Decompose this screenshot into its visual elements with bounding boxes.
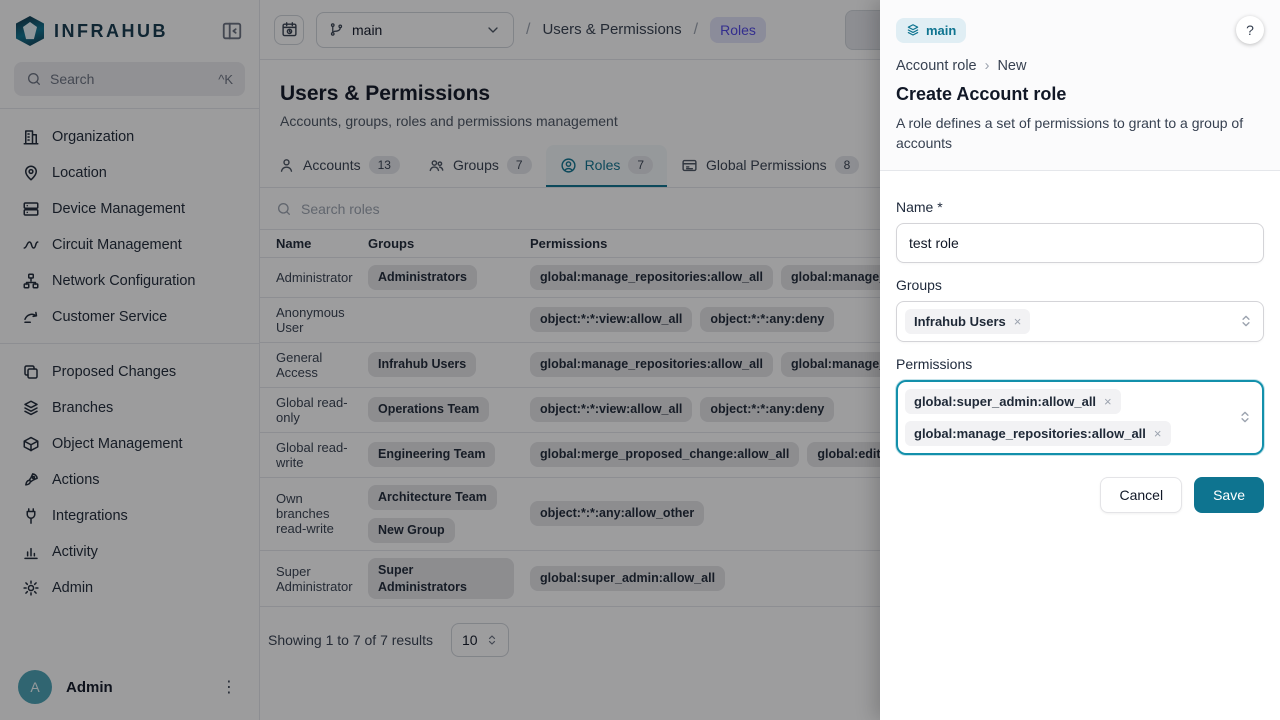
branch-badge-label: main xyxy=(926,23,956,38)
chevrons-up-down-icon xyxy=(1238,410,1252,424)
drawer-breadcrumb-parent[interactable]: Account role xyxy=(896,58,977,74)
help-button[interactable]: ? xyxy=(1236,16,1264,44)
drawer-form: Name * Groups Infrahub Users × Permissio… xyxy=(880,171,1280,527)
drawer-header: main ? Account role › New Create Account… xyxy=(880,0,1280,171)
selected-tag: Infrahub Users × xyxy=(905,309,1030,334)
permissions-label: Permissions xyxy=(896,356,1264,372)
drawer-title: Create Account role xyxy=(896,84,1264,105)
remove-tag-icon[interactable]: × xyxy=(1154,426,1162,441)
chevrons-up-down-icon xyxy=(1239,314,1253,328)
drawer-breadcrumb-current: New xyxy=(997,58,1026,74)
groups-select[interactable]: Infrahub Users × xyxy=(896,301,1264,342)
cancel-button[interactable]: Cancel xyxy=(1100,477,1182,513)
name-field[interactable] xyxy=(896,223,1264,263)
remove-tag-icon[interactable]: × xyxy=(1014,314,1022,329)
create-role-drawer: main ? Account role › New Create Account… xyxy=(880,0,1280,720)
branch-badge: main xyxy=(896,18,966,43)
groups-label: Groups xyxy=(896,277,1264,293)
selected-tag: global:super_admin:allow_all × xyxy=(905,389,1121,414)
chevron-right-icon: › xyxy=(985,58,990,74)
remove-tag-icon[interactable]: × xyxy=(1104,394,1112,409)
selected-tag: global:manage_repositories:allow_all × xyxy=(905,421,1171,446)
drawer-actions: Cancel Save xyxy=(896,477,1264,513)
layers-icon xyxy=(906,23,920,37)
drawer-description: A role defines a set of permissions to g… xyxy=(896,113,1256,154)
save-button[interactable]: Save xyxy=(1194,477,1264,513)
name-label: Name * xyxy=(896,199,1264,215)
permissions-select[interactable]: global:super_admin:allow_all × global:ma… xyxy=(896,380,1264,455)
drawer-breadcrumb: Account role › New xyxy=(896,58,1264,74)
